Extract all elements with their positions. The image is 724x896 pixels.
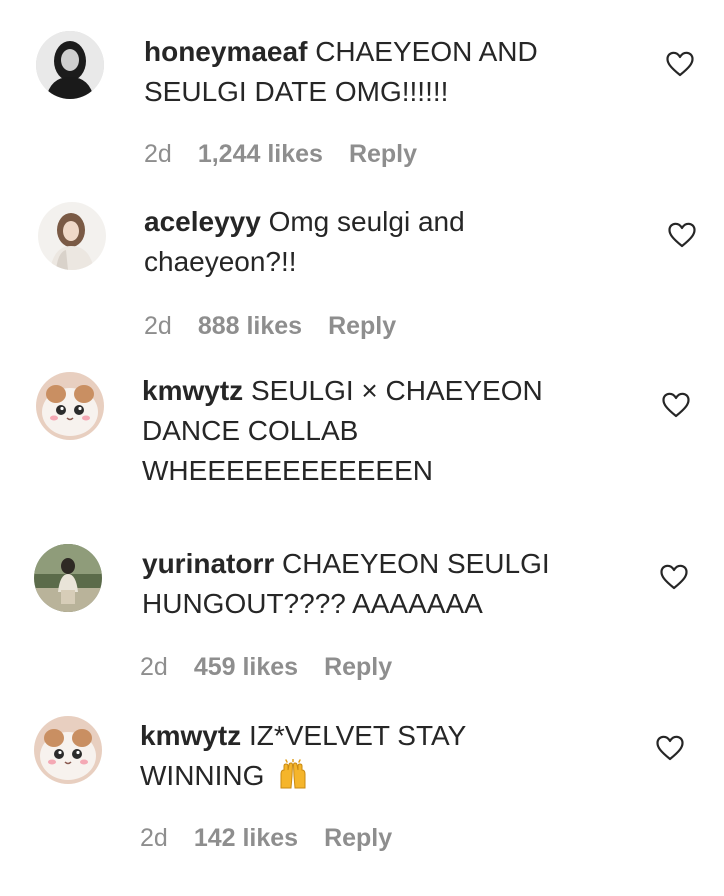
comment-text: kmwytz SEULGI × CHAEYEON DANCE COLLAB WH… xyxy=(142,371,582,491)
reply-button[interactable]: Reply xyxy=(349,140,417,168)
heart-outline-icon xyxy=(660,564,688,590)
comment-likes[interactable]: 888 likes xyxy=(198,312,302,340)
heart-outline-icon xyxy=(666,51,694,77)
comment-username[interactable]: yurinatorr xyxy=(142,548,274,579)
like-button[interactable] xyxy=(668,222,696,248)
avatar[interactable] xyxy=(36,31,104,99)
person-photo-icon xyxy=(38,202,106,270)
raising-hands-emoji xyxy=(276,758,310,789)
comment-time[interactable]: 2d xyxy=(144,140,172,168)
reply-button[interactable]: Reply xyxy=(324,653,392,681)
comment-likes[interactable]: 142 likes xyxy=(194,824,298,852)
heart-outline-icon xyxy=(662,392,690,418)
comment-meta: 2d 1,244 likes Reply xyxy=(144,139,417,169)
heart-outline-icon xyxy=(656,735,684,761)
comment-text: yurinatorr CHAEYEON SEULGI HUNGOUT???? A… xyxy=(142,544,582,624)
comment-time[interactable]: 2d xyxy=(144,312,172,340)
comment-text: honeymaeaf CHAEYEON AND SEULGI DATE OMG!… xyxy=(144,32,584,112)
comment-meta: 2d 142 likes Reply xyxy=(140,823,392,853)
comment-text: aceleyyy Omg seulgi and chaeyeon?!! xyxy=(144,202,584,282)
comment-username[interactable]: kmwytz xyxy=(142,375,243,406)
comment-time[interactable]: 2d xyxy=(140,824,168,852)
avatar[interactable] xyxy=(34,544,102,612)
comment-meta: 2d 459 likes Reply xyxy=(140,652,392,682)
comment-username[interactable]: honeymaeaf xyxy=(144,36,307,67)
like-button[interactable] xyxy=(660,564,688,590)
comment-username[interactable]: kmwytz xyxy=(140,720,241,751)
comment-username[interactable]: aceleyyy xyxy=(144,206,261,237)
avatar[interactable] xyxy=(36,372,104,440)
comment-time[interactable]: 2d xyxy=(140,653,168,681)
like-button[interactable] xyxy=(656,735,684,761)
avatar[interactable] xyxy=(38,202,106,270)
like-button[interactable] xyxy=(666,51,694,77)
comment-likes[interactable]: 1,244 likes xyxy=(198,140,323,168)
like-button[interactable] xyxy=(662,392,690,418)
person-photo-icon xyxy=(36,31,104,99)
comment-text: kmwytz IZ*VELVET STAY WINNING xyxy=(140,716,580,796)
person-photo-icon xyxy=(34,544,102,612)
cat-photo-icon xyxy=(36,372,104,440)
avatar[interactable] xyxy=(34,716,102,784)
comment-likes[interactable]: 459 likes xyxy=(194,653,298,681)
comment-meta: 2d 888 likes Reply xyxy=(144,311,396,341)
heart-outline-icon xyxy=(668,222,696,248)
reply-button[interactable]: Reply xyxy=(328,312,396,340)
reply-button[interactable]: Reply xyxy=(324,824,392,852)
cat-photo-icon xyxy=(34,716,102,784)
